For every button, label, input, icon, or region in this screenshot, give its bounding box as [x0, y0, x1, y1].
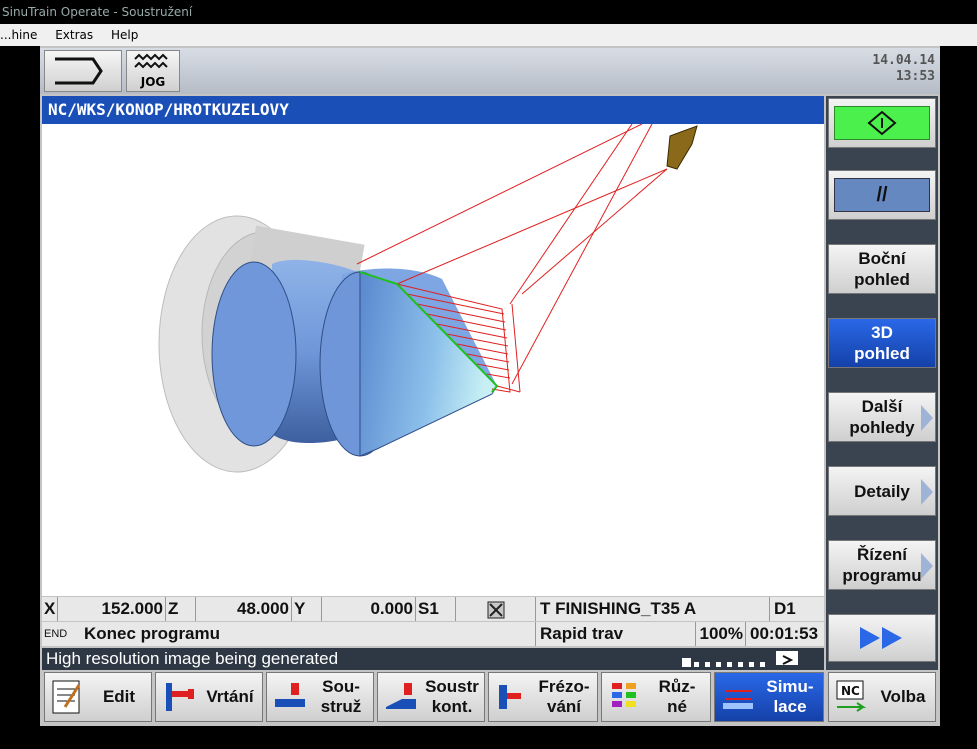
milling-icon — [499, 685, 521, 709]
simulation-view[interactable] — [42, 124, 824, 596]
x-axis-value: 152.000 — [58, 597, 166, 621]
contour-turning-icon — [386, 683, 416, 709]
menu-bar: ...hine Extras Help — [0, 24, 977, 46]
tool-name: T FINISHING_T35 A — [536, 597, 770, 621]
turning-label: Sou-struž — [320, 677, 362, 716]
turning-icon — [275, 683, 305, 707]
spindle-stop-icon — [487, 601, 504, 619]
machine-icon — [55, 57, 103, 85]
machine-area-button[interactable] — [44, 50, 122, 92]
contour-turning-label: Soustr kont. — [425, 677, 479, 716]
submenu-arrow-icon — [921, 553, 933, 579]
message-text: High resolution image being generated — [46, 649, 339, 668]
program-runtime: 00:01:53 — [750, 624, 819, 643]
next-page-icon[interactable] — [775, 651, 798, 665]
3d-view-softkey[interactable]: 3D pohled — [828, 318, 936, 368]
edit-notepad-icon — [52, 680, 81, 714]
drilling-icon — [166, 683, 194, 711]
turning-softkey[interactable]: Sou-struž — [266, 672, 374, 722]
start-indicator — [834, 106, 930, 140]
fast-forward-softkey[interactable] — [828, 614, 936, 662]
jog-wave-icon — [134, 53, 168, 69]
milling-label: Frézo-vání — [538, 677, 590, 716]
feed-mode: Rapid trav — [536, 622, 696, 646]
simulation-label: Simu-lace — [766, 677, 814, 716]
side-view-softkey[interactable]: Boční pohled — [828, 244, 936, 294]
3d-view-line2: pohled — [854, 344, 910, 363]
nc-select-icon: NC — [836, 680, 867, 712]
spindle-status — [456, 597, 536, 621]
cycle-start-softkey[interactable] — [828, 98, 936, 148]
y-axis-label: Y — [292, 597, 322, 621]
drilling-softkey[interactable]: Vrtání — [155, 672, 263, 722]
menu-item-extras[interactable]: Extras — [55, 24, 93, 46]
various-label: Růz-né — [658, 677, 696, 716]
edit-label: Edit — [102, 687, 136, 706]
simulation-3d-graphic — [158, 124, 698, 473]
svg-text:NC: NC — [841, 684, 860, 698]
fast-forward-icon — [860, 627, 902, 649]
x-axis-label: X — [42, 597, 58, 621]
submenu-arrow-icon — [921, 479, 933, 505]
pause-softkey[interactable]: // — [828, 170, 936, 220]
feed-override: 100% — [696, 622, 746, 646]
drilling-label: Vrtání — [206, 687, 254, 706]
end-label: END — [44, 628, 68, 640]
tool-offset: D1 — [774, 599, 796, 618]
pause-icon: // — [876, 183, 888, 206]
menu-item-help[interactable]: Help — [111, 24, 138, 46]
z-axis-value: 48.000 — [196, 597, 292, 621]
more-views-line2: pohledy — [849, 418, 915, 437]
simulation-icon — [723, 690, 753, 709]
various-grid-icon — [612, 683, 636, 707]
window-title: SinuTrain Operate - Soustružení — [0, 0, 977, 24]
axis-status-row: X 152.000 Z 48.000 Y 0.000 S1 T FINISHIN… — [42, 597, 824, 621]
more-views-line1: Další — [861, 397, 903, 416]
jog-mode-button[interactable]: JOG — [126, 50, 180, 92]
more-views-softkey[interactable]: Další pohledy — [828, 392, 936, 442]
jog-label: JOG — [140, 75, 166, 89]
submenu-arrow-icon — [921, 405, 933, 431]
program-path: NC/WKS/KONOP/HROTKUZELOVY — [42, 96, 824, 124]
details-line1: Detaily — [854, 481, 910, 501]
program-control-line2: programu — [842, 566, 922, 585]
spindle-label: S1 — [416, 597, 456, 621]
details-softkey[interactable]: Detaily — [828, 466, 936, 516]
select-softkey[interactable]: NC Volba — [828, 672, 936, 722]
side-view-line2: pohled — [854, 270, 910, 289]
program-control-softkey[interactable]: Řízení programu — [828, 540, 936, 590]
z-axis-label: Z — [166, 597, 196, 621]
program-status-row: END Konec programu Rapid trav 100% 00:01… — [42, 622, 824, 646]
cycle-start-icon — [867, 110, 897, 136]
contour-turning-softkey[interactable]: Soustr kont. — [377, 672, 485, 722]
pause-indicator: // — [834, 178, 930, 212]
y-axis-value: 0.000 — [322, 597, 416, 621]
time-text: 13:53 — [895, 69, 935, 84]
date-time: 14.04.14 13:53 — [872, 53, 935, 85]
milling-softkey[interactable]: Frézo-vání — [488, 672, 598, 722]
3d-view-line1: 3D — [871, 323, 893, 342]
message-bar: High resolution image being generated — [42, 648, 824, 670]
date-text: 14.04.14 — [872, 53, 935, 68]
simulation-softkey[interactable]: Simu-lace — [714, 672, 824, 722]
side-view-line1: Boční — [858, 249, 906, 268]
program-state: Konec programu — [80, 622, 536, 646]
edit-softkey[interactable]: Edit — [44, 672, 152, 722]
menu-item-machine[interactable]: ...hine — [0, 24, 37, 46]
program-control-line1: Řízení — [856, 545, 908, 564]
select-label: Volba — [880, 687, 926, 706]
page-indicator — [682, 651, 822, 667]
various-softkey[interactable]: Růz-né — [601, 672, 711, 722]
